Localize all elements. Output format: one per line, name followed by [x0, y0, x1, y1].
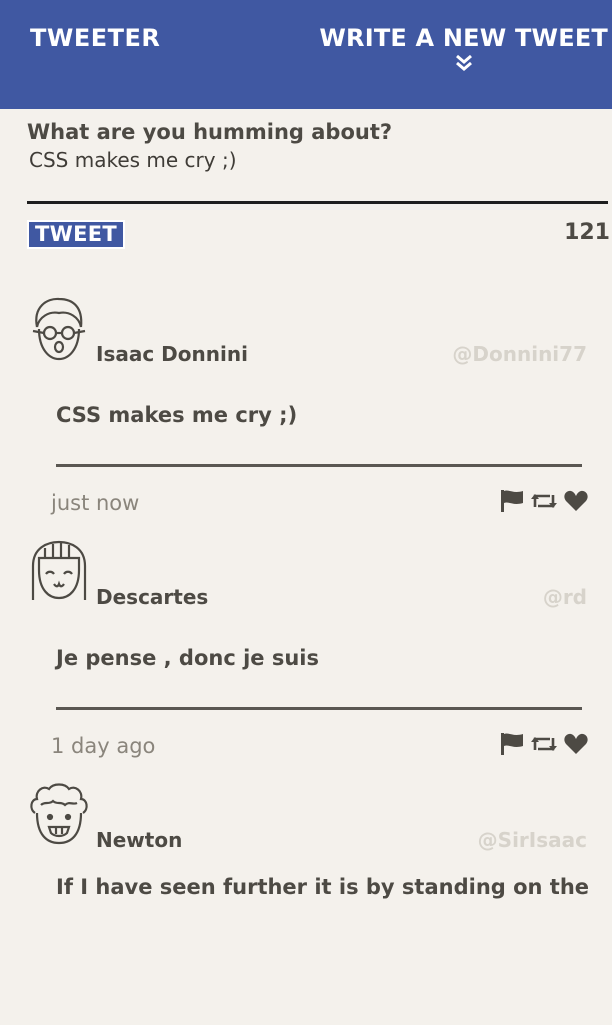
tweet-author-handle: @SirIsaac — [477, 828, 587, 852]
brand-logo[interactable]: TWEETER — [30, 24, 160, 52]
tweet-author-name: Isaac Donnini — [96, 342, 248, 366]
tweet-text: If I have seen further it is by standing… — [56, 875, 590, 899]
flag-icon[interactable] — [499, 489, 525, 513]
write-new-tweet-toggle[interactable]: WRITE A NEW TWEET — [319, 24, 608, 72]
tweet-divider — [56, 464, 582, 467]
tweet-divider — [56, 707, 582, 710]
avatar-curly-hair-icon — [30, 783, 88, 845]
tweet-author-name: Descartes — [96, 585, 209, 609]
retweet-icon[interactable] — [531, 732, 557, 756]
tweet-timestamp: 1 day ago — [51, 734, 156, 758]
tweet-card: Isaac Donnini @Donnini77 CSS makes me cr… — [0, 297, 612, 539]
double-chevron-down-icon — [455, 54, 472, 71]
tweet-card: Newton @SirIsaac If I have seen further … — [0, 783, 612, 1025]
avatar-bangs-icon — [31, 540, 87, 600]
tweet-author-handle: @rd — [542, 585, 587, 609]
top-nav: TWEETER WRITE A NEW TWEET — [0, 0, 612, 109]
flag-icon[interactable] — [499, 732, 525, 756]
tweet-timestamp: just now — [51, 491, 140, 515]
tweet-text: Je pense , donc je suis — [56, 646, 320, 670]
tweet-actions — [499, 732, 589, 756]
retweet-icon[interactable] — [531, 489, 557, 513]
tweet-text-input[interactable] — [27, 146, 608, 204]
tweet-text: CSS makes me cry ;) — [56, 403, 298, 427]
tweet-button[interactable]: TWEET — [27, 220, 126, 249]
composer-label: What are you humming about? — [27, 120, 393, 144]
tweet-actions — [499, 489, 589, 513]
heart-icon[interactable] — [563, 732, 589, 756]
tweet-card: Descartes @rd Je pense , donc je suis 1 … — [0, 540, 612, 782]
heart-icon[interactable] — [563, 489, 589, 513]
write-new-tweet-label: WRITE A NEW TWEET — [319, 24, 608, 52]
tweet-author-handle: @Donnini77 — [452, 342, 587, 366]
character-counter: 121 — [564, 220, 610, 245]
tweet-author-name: Newton — [96, 828, 183, 852]
avatar-glasses-icon — [32, 297, 86, 361]
